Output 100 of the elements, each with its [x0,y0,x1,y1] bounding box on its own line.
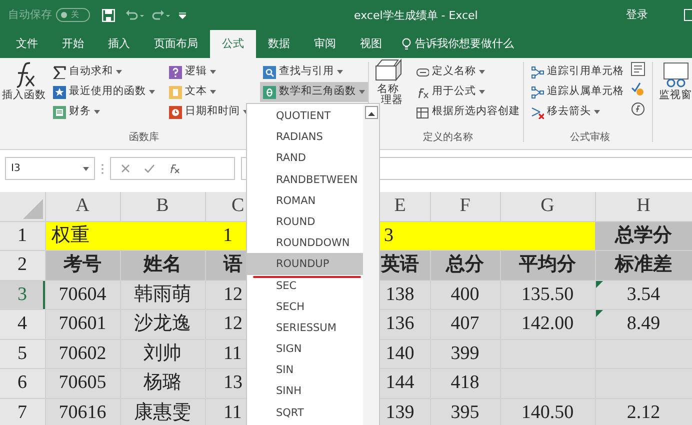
name-manager-label[interactable]: 理器 [381,95,403,106]
name-manager-label[interactable]: 名称 [377,84,399,95]
caret-icon [83,166,89,170]
menu-item[interactable]: QUOTIENT [247,105,363,126]
column-header[interactable]: G [500,192,595,221]
row-header[interactable]: 7 [0,398,45,425]
book-icon [53,106,66,118]
triangle-up-icon [368,112,375,116]
table-cell: 3.54 [595,280,692,310]
table-cell: 姓名 [120,250,205,280]
ribbon-menu-button[interactable]: 用于公式 [413,82,523,102]
enter-icon[interactable] [144,164,155,173]
tell-me-box[interactable]: 告诉我你想要做什么 [402,30,514,58]
ribbon-options-icon[interactable] [684,9,692,21]
ribbon-menu-button[interactable]: 财务 [50,102,158,122]
save-icon[interactable] [102,8,115,22]
ribbon-tab[interactable]: 数据 [256,30,302,58]
table-cell: 韩雨萌 [120,280,205,310]
ribbon-menu-button[interactable]: 移去箭头 [528,102,627,122]
text-icon [169,86,182,98]
row-header[interactable]: 4 [0,310,45,339]
ribbon-tab[interactable]: 页面布局 [142,30,210,58]
table-cell: 刘帅 [120,339,205,368]
table-cell: 418 [430,368,500,398]
ribbon-menu-button[interactable]: 自动求和 [50,62,158,82]
remove-arrows-icon [531,106,544,118]
row-header[interactable]: 6 [0,368,45,398]
ribbon-menu-button[interactable]: 追踪从属单元格 [528,82,627,102]
table-cell: 70605 [45,368,120,398]
customize-icon[interactable] [179,12,186,18]
search-icon [263,66,276,78]
table-cell: 140.50 [500,398,595,425]
menu-item[interactable]: ROMAN [247,190,363,211]
glasses-icon [662,62,690,88]
sigma-icon [53,66,66,78]
ribbon-menu-button[interactable]: 逻辑 [166,62,252,82]
table-cell: 70616 [45,398,120,425]
table-cell: 2.12 [595,398,692,425]
table-cell: 杨璐 [120,368,205,398]
row-header[interactable]: 5 [0,339,45,368]
row-header[interactable]: 2 [0,250,45,280]
trace-arrows-icon [531,66,544,78]
ribbon-tab[interactable]: 公式 [210,30,256,58]
tag-icon [416,66,429,78]
name-box[interactable]: I3 [5,157,95,180]
lightbulb-icon [402,38,411,50]
table-cell: 70601 [45,310,120,339]
table-cell: 康惠雯 [120,398,205,425]
scroll-up-button[interactable] [365,106,378,119]
menu-item[interactable]: RANDBETWEEN [247,168,363,190]
table-cell: 135.50 [500,280,595,310]
row-header[interactable]: 1 [0,221,45,250]
row-header[interactable]: 3 [0,280,45,310]
column-header[interactable]: B [120,192,205,221]
undo-icon[interactable] [125,9,145,21]
autosave-label: 自动保存 [8,6,52,23]
table-cell: 沙龙逸 [120,310,205,339]
ribbon-menu-button[interactable]: 追踪引用单元格 [528,62,627,82]
table-cell: 407 [430,310,500,339]
table-cell: 考号 [45,250,120,280]
column-header[interactable]: A [45,192,120,221]
corner-triangle-icon [22,198,42,218]
drag-handle-icon [101,162,104,174]
table-cell: 395 [430,398,500,425]
ribbon-tab[interactable]: 审阅 [302,30,348,58]
ribbon-tab[interactable]: 插入 [96,30,142,58]
ribbon-menu-button[interactable]: 数学和三角函数 [260,82,368,102]
ribbon-tab[interactable]: 视图 [348,30,394,58]
menu-item[interactable]: RAND [247,147,363,169]
cancel-icon[interactable] [121,164,130,173]
question-icon [169,66,182,78]
group-label: 函数库 [129,130,159,145]
table-icon [416,106,429,118]
column-header[interactable]: F [430,192,500,221]
ribbon-menu-button[interactable]: 文本 [166,82,252,102]
column-header[interactable]: H [595,192,692,221]
group-label: 定义的名称 [422,130,474,145]
ribbon-tab[interactable]: 开始 [50,30,96,58]
error-checking-icon[interactable] [631,82,645,96]
insert-function-icon[interactable] [169,163,180,174]
menu-item[interactable]: RADIANS [247,126,363,148]
sign-in-link[interactable]: 登录 [620,6,654,24]
ribbon-menu-button[interactable]: 查找与引用 [260,62,368,82]
table-cell: 权重 [45,221,120,250]
table-cell: 总学分 [595,221,692,250]
redo-icon[interactable] [151,9,171,21]
evaluate-formula-icon[interactable] [631,102,645,116]
menu-item[interactable]: ROUNDUP [247,253,363,274]
watch-window-button[interactable]: 监视窗 [653,58,692,149]
ribbon-tab[interactable]: 文件 [4,30,50,58]
show-formulas-icon[interactable] [631,62,645,76]
table-cell: 总分 [430,250,500,280]
table-cell: 399 [430,339,500,368]
ribbon-menu-button[interactable]: 定义名称 [413,62,523,82]
group-label: 公式审核 [569,130,611,145]
insert-function-button[interactable]: 插入函数 [0,58,48,122]
table-cell: 平均分 [500,250,595,280]
ribbon-menu-button[interactable]: 最近使用的函数 [50,82,158,102]
theta-icon [263,86,276,98]
ribbon-menu-button[interactable]: 根据所选内容创建 [413,102,523,122]
